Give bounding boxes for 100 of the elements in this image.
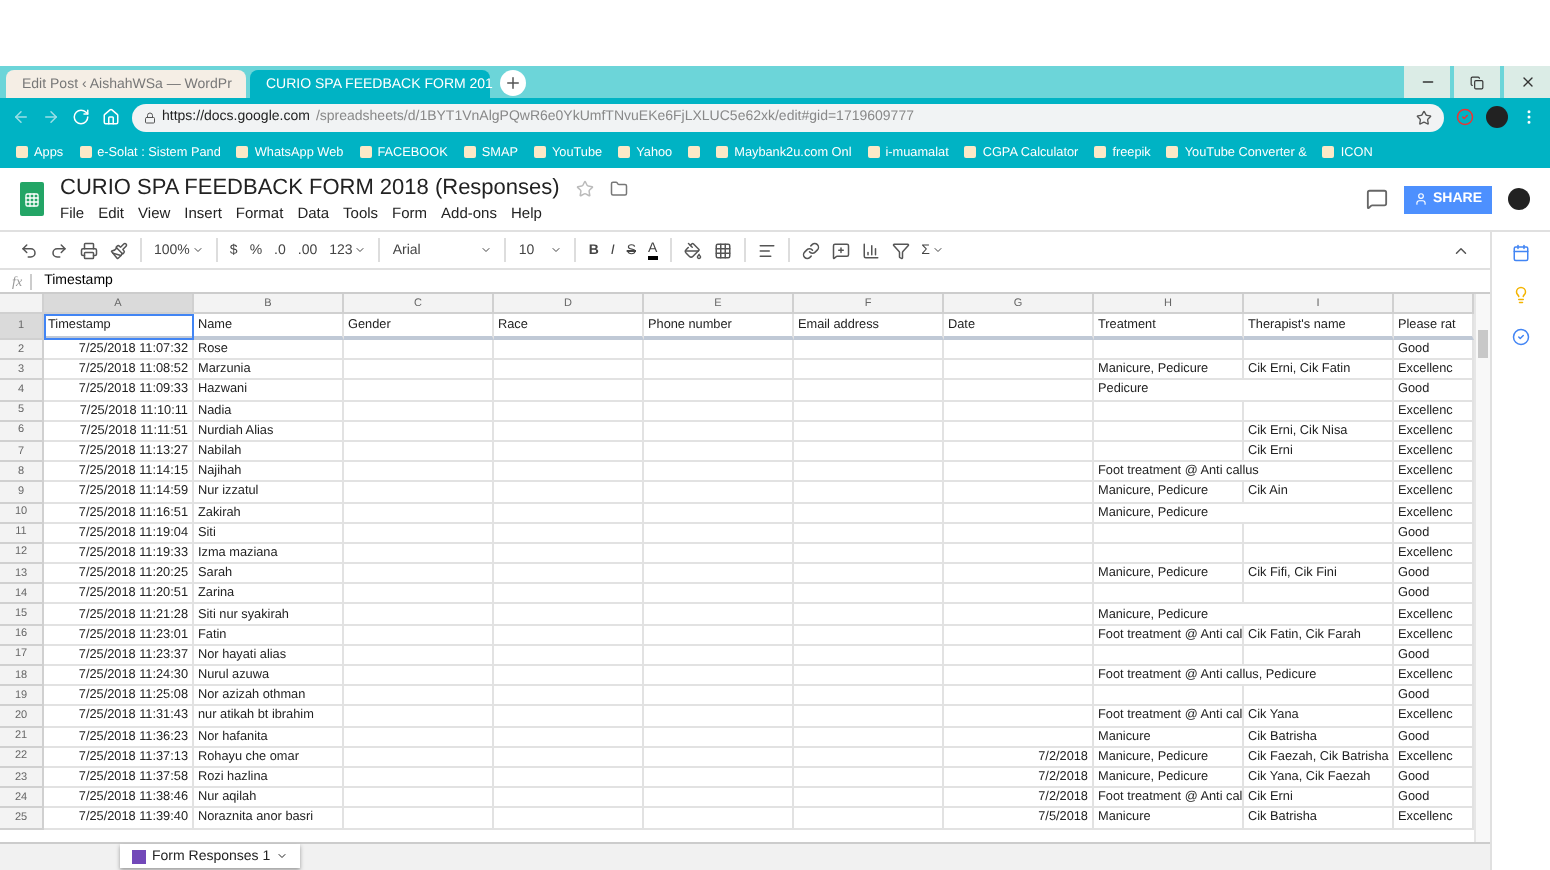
table-cell[interactable] <box>644 523 794 544</box>
table-cell[interactable] <box>794 360 944 381</box>
table-cell[interactable] <box>344 727 494 748</box>
lightbulb-icon[interactable] <box>1512 286 1530 304</box>
redo-icon[interactable] <box>50 241 68 259</box>
table-cell[interactable] <box>644 645 794 666</box>
table-cell[interactable] <box>1244 340 1394 361</box>
table-cell[interactable] <box>644 604 794 626</box>
table-cell[interactable] <box>794 482 944 503</box>
table-cell[interactable] <box>794 747 944 768</box>
table-cell[interactable] <box>494 686 644 707</box>
table-cell[interactable] <box>644 441 794 463</box>
bookmark-icon[interactable] <box>688 146 701 158</box>
table-cell[interactable] <box>494 625 644 646</box>
table-cell[interactable] <box>794 706 944 728</box>
table-cell[interactable] <box>644 503 794 524</box>
table-cell[interactable] <box>1244 584 1394 605</box>
table-cell[interactable] <box>344 808 494 829</box>
table-cell[interactable] <box>794 340 944 361</box>
table-cell[interactable] <box>344 401 494 422</box>
sheets-logo-icon[interactable] <box>20 182 44 216</box>
table-cell[interactable] <box>794 645 944 666</box>
table-cell[interactable] <box>344 686 494 707</box>
undo-icon[interactable] <box>20 241 38 259</box>
table-cell[interactable] <box>1094 421 1244 442</box>
table-cell[interactable] <box>1094 584 1244 605</box>
table-cell[interactable] <box>794 584 944 605</box>
table-cell[interactable] <box>494 401 644 422</box>
table-cell[interactable] <box>944 564 1094 585</box>
table-cell[interactable] <box>644 686 794 707</box>
table-cell[interactable] <box>794 604 944 626</box>
table-cell[interactable] <box>944 645 1094 666</box>
table-cell[interactable] <box>494 727 644 748</box>
table-cell[interactable] <box>344 666 494 687</box>
table-cell[interactable] <box>794 441 944 463</box>
restore-button[interactable] <box>1454 66 1500 98</box>
table-cell[interactable] <box>794 503 944 524</box>
table-cell[interactable] <box>644 543 794 565</box>
table-cell[interactable] <box>794 462 944 483</box>
table-cell[interactable] <box>944 604 1094 626</box>
table-cell[interactable] <box>944 503 1094 524</box>
table-cell[interactable] <box>794 686 944 707</box>
table-cell[interactable] <box>494 706 644 728</box>
table-cell[interactable] <box>944 380 1094 402</box>
table-cell[interactable] <box>494 747 644 768</box>
table-cell[interactable] <box>944 584 1094 605</box>
star-icon[interactable] <box>1416 109 1432 125</box>
table-cell[interactable] <box>344 706 494 728</box>
table-cell[interactable] <box>344 767 494 789</box>
table-cell[interactable] <box>1244 401 1394 422</box>
table-cell[interactable] <box>494 584 644 605</box>
table-cell[interactable] <box>494 604 644 626</box>
table-cell[interactable] <box>344 584 494 605</box>
table-cell[interactable] <box>944 543 1094 565</box>
table-cell[interactable] <box>344 421 494 442</box>
table-cell[interactable] <box>344 625 494 646</box>
table-cell[interactable] <box>944 360 1094 381</box>
table-cell[interactable] <box>494 645 644 666</box>
table-cell[interactable] <box>944 441 1094 463</box>
table-cell[interactable] <box>644 666 794 687</box>
folder-icon[interactable] <box>609 179 628 197</box>
table-cell[interactable] <box>644 401 794 422</box>
filter-icon[interactable] <box>891 241 910 259</box>
table-cell[interactable] <box>794 808 944 829</box>
table-cell[interactable] <box>1094 340 1244 361</box>
table-cell[interactable] <box>944 727 1094 748</box>
table-cell[interactable] <box>344 645 494 666</box>
table-cell[interactable] <box>344 340 494 361</box>
table-cell[interactable] <box>794 767 944 789</box>
table-cell[interactable] <box>344 747 494 768</box>
table-cell[interactable] <box>1244 523 1394 544</box>
circle-icon[interactable] <box>1456 108 1474 126</box>
print-icon[interactable] <box>80 241 98 259</box>
calendar-icon[interactable] <box>1512 244 1530 262</box>
table-cell[interactable] <box>494 482 644 503</box>
table-cell[interactable] <box>344 380 494 402</box>
table-cell[interactable] <box>644 625 794 646</box>
table-cell[interactable] <box>794 523 944 544</box>
borders-icon[interactable] <box>713 241 732 259</box>
paint-format-icon[interactable] <box>110 241 128 259</box>
table-cell[interactable] <box>944 625 1094 646</box>
table-cell[interactable] <box>644 564 794 585</box>
table-cell[interactable] <box>644 421 794 442</box>
table-cell[interactable] <box>794 421 944 442</box>
table-cell[interactable] <box>1244 543 1394 565</box>
table-cell[interactable] <box>644 360 794 381</box>
table-cell[interactable] <box>344 503 494 524</box>
table-cell[interactable] <box>494 666 644 687</box>
table-cell[interactable] <box>644 482 794 503</box>
table-cell[interactable] <box>944 401 1094 422</box>
table-cell[interactable] <box>644 584 794 605</box>
table-cell[interactable] <box>494 360 644 381</box>
table-cell[interactable] <box>1244 686 1394 707</box>
table-cell[interactable] <box>794 380 944 402</box>
table-cell[interactable] <box>944 666 1094 687</box>
table-cell[interactable] <box>644 462 794 483</box>
link-icon[interactable] <box>801 241 820 259</box>
table-cell[interactable] <box>944 421 1094 442</box>
table-cell[interactable] <box>644 767 794 789</box>
reload-icon[interactable] <box>72 108 90 126</box>
